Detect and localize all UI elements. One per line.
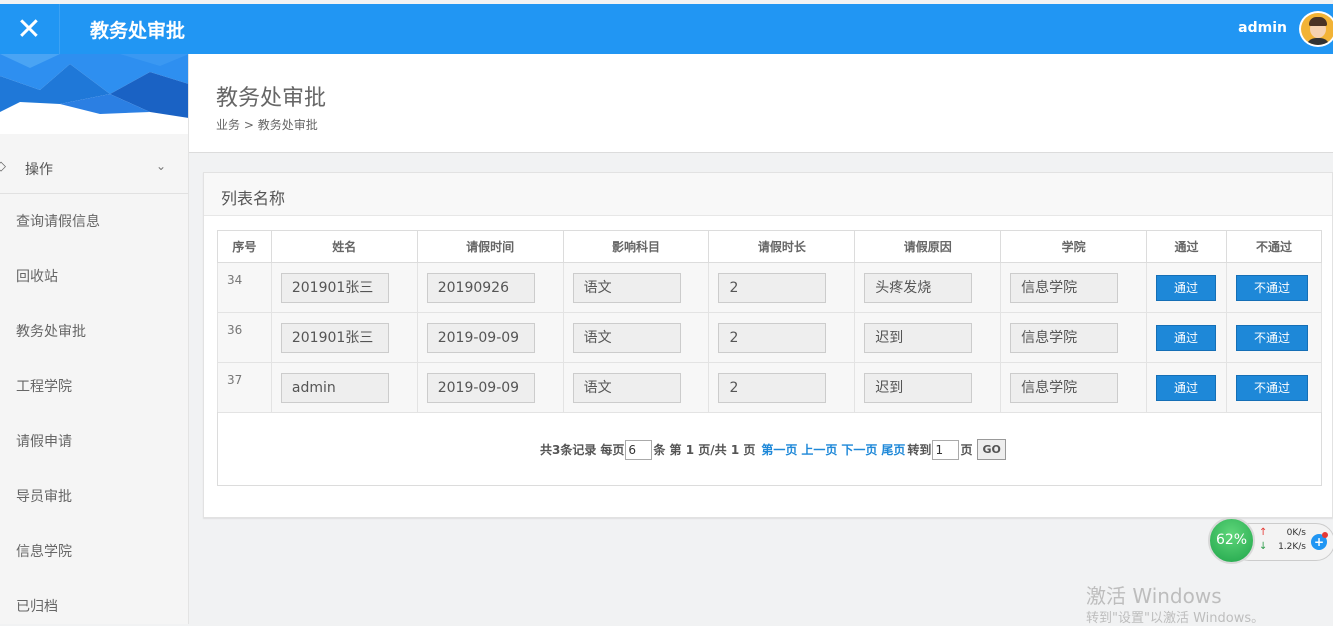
page-info: 条 第 1 页/共 1 页 xyxy=(653,443,756,457)
user-name[interactable]: admin xyxy=(1238,20,1287,36)
approve-button[interactable]: 通过 xyxy=(1156,374,1217,401)
row-id: 36 xyxy=(217,312,272,363)
panel-header: 列表名称 xyxy=(204,173,1332,216)
sidebar-item-academic-approval[interactable]: 教务处审批 xyxy=(0,305,188,360)
reject-button[interactable]: 不通过 xyxy=(1235,274,1308,301)
sidebar-group-label: 操作 xyxy=(25,162,53,178)
column-header: 影响科目 xyxy=(562,230,710,263)
name-field[interactable]: 201901张三 xyxy=(280,272,389,303)
subject-field[interactable]: 语文 xyxy=(572,372,681,403)
avatar-hair xyxy=(1309,17,1327,26)
first-page-link[interactable]: 第一页 xyxy=(761,441,797,458)
breadcrumb-separator: > xyxy=(243,118,254,132)
close-icon[interactable]: ✕ xyxy=(0,4,58,54)
sidebar-item-archived[interactable]: 已归档 xyxy=(0,580,188,624)
table-header-row: 序号 姓名 请假时间 影响科目 请假时长 请假原因 学院 通过 不通过 xyxy=(217,230,1323,263)
total-records: 共3条记录 xyxy=(540,443,597,457)
reject-button[interactable]: 不通过 xyxy=(1235,324,1308,351)
column-header: 请假原因 xyxy=(854,230,1002,263)
chevron-down-icon: ⌄ xyxy=(156,159,167,173)
breadcrumb-item-business[interactable]: 业务 xyxy=(216,118,240,132)
download-speed: 1.2K/s xyxy=(1278,542,1306,552)
subject-field[interactable]: 语文 xyxy=(572,272,681,303)
page-title: 教务处审批 xyxy=(216,86,327,111)
duration-field[interactable]: 2 xyxy=(718,322,827,353)
activation-watermark-title: 激活 Windows xyxy=(1086,584,1222,608)
sidebar-item-info-college[interactable]: 信息学院 xyxy=(0,525,188,580)
sidebar-item-leave-request[interactable]: 请假申请 xyxy=(0,415,188,470)
breadcrumb: 业务 > 教务处审批 xyxy=(216,116,318,133)
goto-label: 转到 xyxy=(907,443,932,457)
column-header: 学院 xyxy=(1000,230,1148,263)
row-id: 34 xyxy=(217,262,272,313)
activation-watermark-subtitle: 转到"设置"以激活 Windows。 xyxy=(1086,611,1265,626)
row-id: 37 xyxy=(217,362,272,413)
prev-page-link[interactable]: 上一页 xyxy=(801,441,837,458)
pagination: 共3条记录 每页 条 第 1 页/共 1 页 第一页 上一页 下一页 尾页 转到… xyxy=(217,412,1322,486)
reject-button[interactable]: 不通过 xyxy=(1235,374,1308,401)
go-button[interactable]: GO xyxy=(977,439,1006,460)
sidebar-item-counselor-approval[interactable]: 导员审批 xyxy=(0,470,188,525)
reason-field[interactable]: 迟到 xyxy=(864,372,973,403)
table-row: 37 admin 2019-09-09 语文 2 迟到 信息学院 通过 不通过 xyxy=(217,362,1323,413)
date-field[interactable]: 2019-09-09 xyxy=(426,322,535,353)
diamond-icon: ◇ xyxy=(0,159,6,174)
avatar-body xyxy=(1306,38,1330,45)
duration-field[interactable]: 2 xyxy=(718,372,827,403)
leave-table: 序号 姓名 请假时间 影响科目 请假时长 请假原因 学院 通过 不通过 34 2… xyxy=(217,230,1323,413)
reason-field[interactable]: 头疼发烧 xyxy=(864,272,973,303)
next-page-link[interactable]: 下一页 xyxy=(841,441,877,458)
column-header: 序号 xyxy=(217,230,272,263)
sidebar: ◇ 操作 ⌄ 查询请假信息 回收站 教务处审批 工程学院 请假申请 导员审批 信… xyxy=(0,54,189,624)
last-page-link[interactable]: 尾页 xyxy=(881,441,905,458)
page-unit: 页 xyxy=(960,443,973,457)
topbar-divider xyxy=(59,4,60,54)
sidebar-banner xyxy=(0,54,188,134)
page-header: 教务处审批 业务 > 教务处审批 xyxy=(189,54,1333,153)
network-monitor[interactable]: 62% ↑ 0K/s ↓ 1.2K/s + xyxy=(1208,517,1333,565)
upload-speed: 0K/s xyxy=(1286,528,1306,538)
per-page-label: 每页 xyxy=(600,443,625,457)
date-field[interactable]: 20190926 xyxy=(426,272,535,303)
sidebar-group-operations[interactable]: ◇ 操作 ⌄ xyxy=(0,142,188,194)
column-header: 不通过 xyxy=(1225,230,1323,263)
approve-button[interactable]: 通过 xyxy=(1156,274,1217,301)
sidebar-item-recycle-bin[interactable]: 回收站 xyxy=(0,250,188,305)
network-load-gauge: 62% xyxy=(1208,517,1255,564)
per-page-input[interactable] xyxy=(625,439,653,460)
panel-title: 列表名称 xyxy=(221,189,286,208)
approve-button[interactable]: 通过 xyxy=(1156,324,1217,351)
name-field[interactable]: 201901张三 xyxy=(280,322,389,353)
notification-dot-icon xyxy=(1322,532,1328,538)
subject-field[interactable]: 语文 xyxy=(572,322,681,353)
date-field[interactable]: 2019-09-09 xyxy=(426,372,535,403)
list-panel: 列表名称 序号 姓名 请假时间 影响科目 请假时长 请假原因 学院 通过 不通过… xyxy=(203,172,1333,518)
breadcrumb-item-current: 教务处审批 xyxy=(257,118,318,132)
goto-page-input[interactable] xyxy=(932,439,960,460)
name-field[interactable]: admin xyxy=(280,372,389,403)
avatar[interactable] xyxy=(1299,11,1333,47)
college-field[interactable]: 信息学院 xyxy=(1010,322,1119,353)
column-header: 请假时间 xyxy=(416,230,564,263)
column-header: 请假时长 xyxy=(708,230,856,263)
reason-field[interactable]: 迟到 xyxy=(864,322,973,353)
sidebar-item-engineering[interactable]: 工程学院 xyxy=(0,360,188,415)
college-field[interactable]: 信息学院 xyxy=(1010,372,1119,403)
table-row: 36 201901张三 2019-09-09 语文 2 迟到 信息学院 通过 不… xyxy=(217,312,1323,363)
top-bar: ✕ 教务处审批 admin xyxy=(0,4,1333,54)
column-header: 姓名 xyxy=(270,230,418,263)
table-row: 34 201901张三 20190926 语文 2 头疼发烧 信息学院 通过 不… xyxy=(217,262,1323,313)
column-header: 通过 xyxy=(1146,230,1227,263)
app-title: 教务处审批 xyxy=(90,20,186,42)
duration-field[interactable]: 2 xyxy=(718,272,827,303)
college-field[interactable]: 信息学院 xyxy=(1010,272,1119,303)
sidebar-item-query-leave[interactable]: 查询请假信息 xyxy=(0,195,188,250)
